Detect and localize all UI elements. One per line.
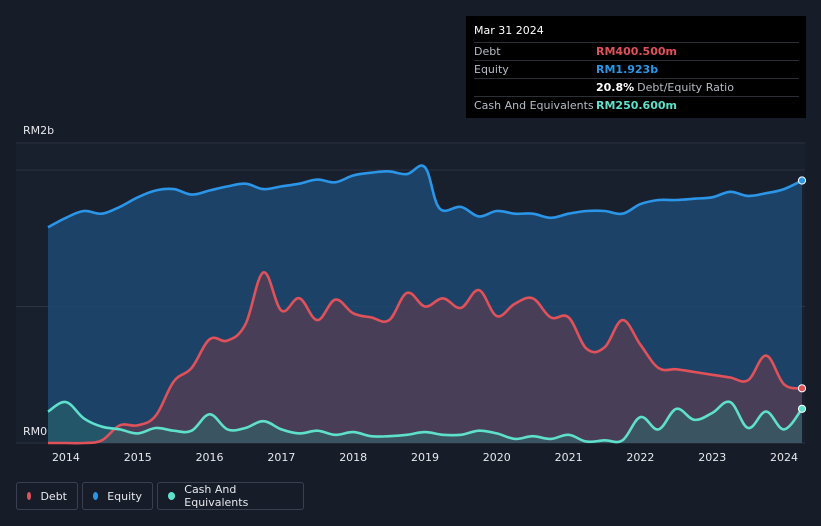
- tooltip-row-ratio: 20.8% Debt/Equity Ratio: [474, 78, 799, 96]
- y-tick-label: RM0: [23, 425, 47, 438]
- data-tooltip: Mar 31 2024 Debt RM400.500m Equity RM1.9…: [466, 16, 806, 118]
- legend-cash[interactable]: Cash And Equivalents: [157, 482, 304, 510]
- tooltip-ratio: 20.8% Debt/Equity Ratio: [596, 79, 734, 96]
- legend-label-cash: Cash And Equivalents: [184, 483, 249, 509]
- tooltip-value-debt: RM400.500m: [596, 45, 677, 58]
- marker-equity: [797, 176, 807, 185]
- x-tick-label: 2018: [339, 451, 367, 464]
- marker-cash-and-equivalents: [797, 404, 807, 413]
- legend-dot-equity: [93, 492, 99, 500]
- tooltip-value-equity: RM1.923b: [596, 63, 659, 76]
- tooltip-value-cash: RM250.600m: [596, 99, 677, 112]
- x-tick-label: 2014: [52, 451, 80, 464]
- tooltip-label: Debt: [474, 45, 501, 58]
- tooltip-row-equity: Equity RM1.923b: [474, 60, 799, 78]
- legend-label-equity: Equity: [107, 489, 142, 503]
- x-tick-label: 2021: [555, 451, 583, 464]
- legend-dot-cash: [168, 492, 176, 500]
- legend-debt[interactable]: Debt: [16, 482, 78, 510]
- y-tick-label: RM2b: [23, 124, 54, 137]
- x-tick-label: 2016: [196, 451, 224, 464]
- legend-dot-debt: [27, 492, 32, 500]
- marker-debt: [797, 384, 807, 393]
- x-tick-label: 2019: [411, 451, 439, 464]
- x-tick-label: 2022: [626, 451, 654, 464]
- x-axis-labels: 2014 2015 2016 2017 2018 2019 2020 2021 2022 2023…: [52, 451, 798, 464]
- tooltip-date: Mar 31 2024: [474, 24, 544, 37]
- x-tick-label: 2015: [124, 451, 152, 464]
- x-tick-label: 2023: [698, 451, 726, 464]
- tooltip-label: [474, 79, 596, 96]
- tooltip-value-ratio: 20.8%: [596, 81, 635, 94]
- tooltip-label: Equity: [474, 63, 509, 76]
- tooltip-row-debt: Debt RM400.500m: [474, 42, 799, 60]
- legend-equity[interactable]: Equity: [82, 482, 153, 510]
- tooltip-label: Cash And Equivalents: [474, 99, 594, 112]
- legend-label-debt: Debt: [40, 489, 67, 503]
- x-tick-label: 2020: [483, 451, 511, 464]
- series-areas: [48, 165, 802, 444]
- x-tick-label: 2024: [770, 451, 798, 464]
- tooltip-row-cash: Cash And Equivalents RM250.600m: [474, 96, 799, 114]
- tooltip-ratio-caption: Debt/Equity Ratio: [637, 81, 734, 94]
- x-tick-label: 2017: [267, 451, 295, 464]
